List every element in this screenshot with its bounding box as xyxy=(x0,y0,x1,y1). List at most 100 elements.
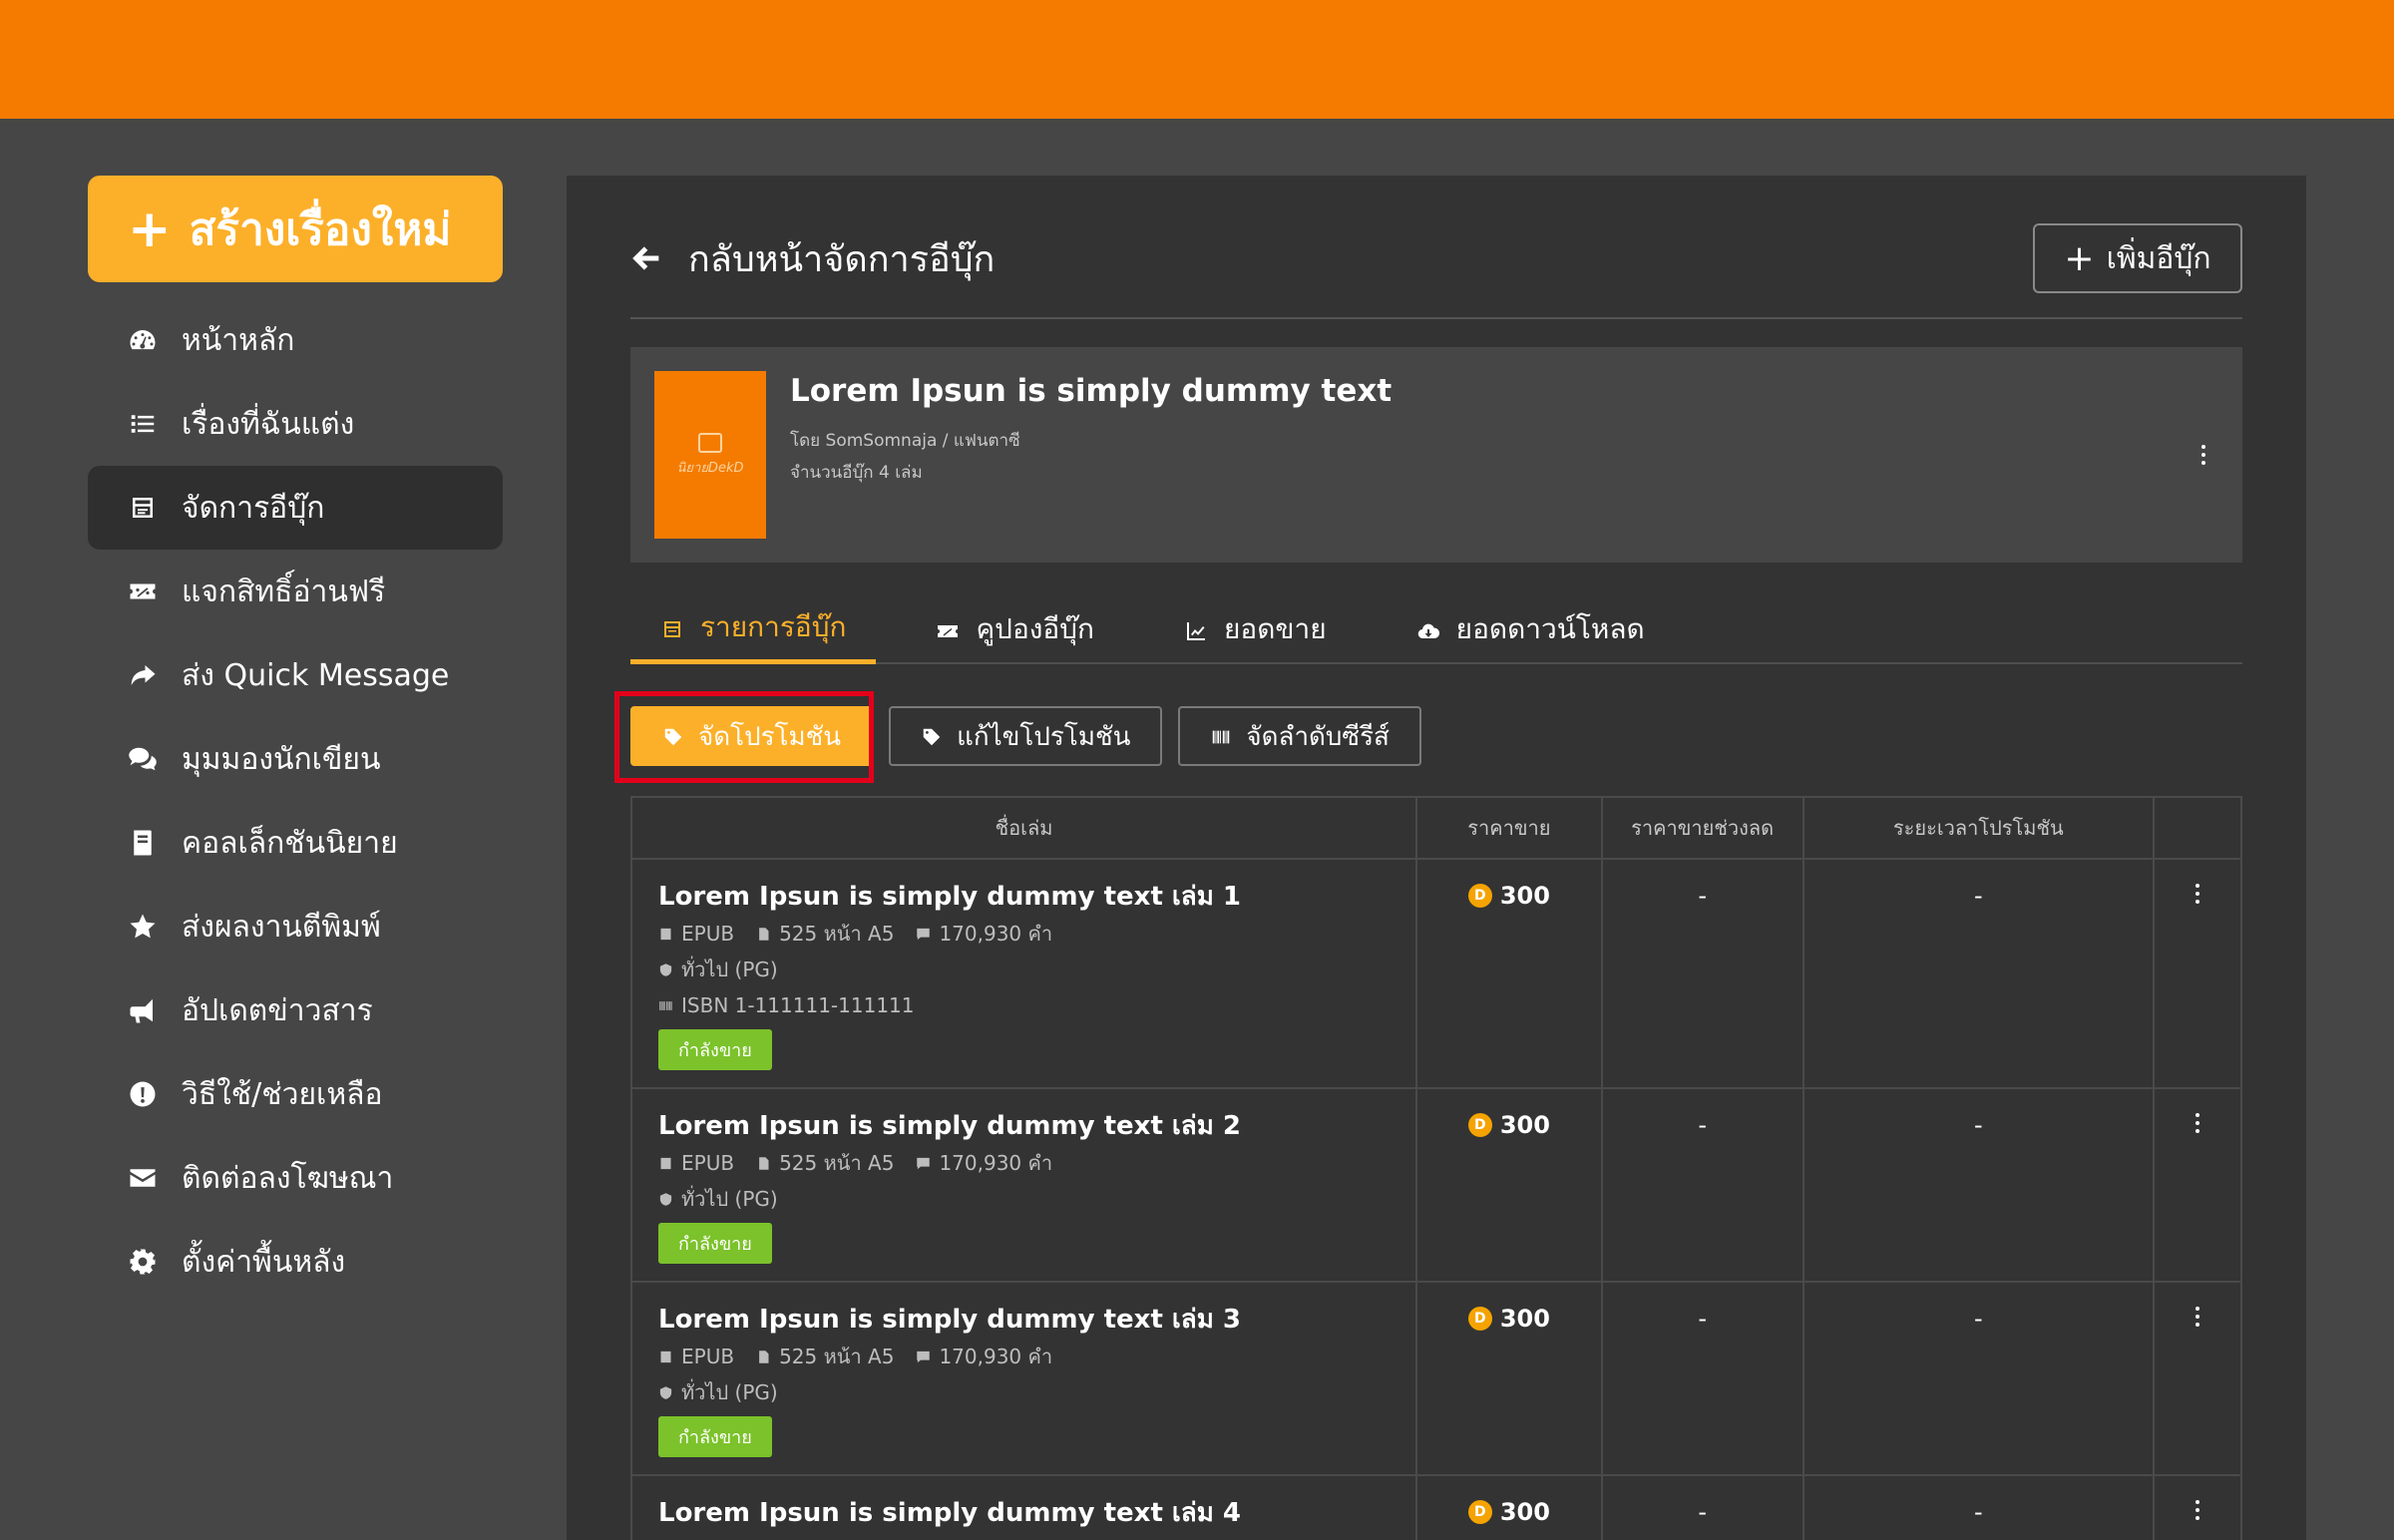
promo-period-value: - xyxy=(1973,1111,1983,1139)
dashboard-icon xyxy=(126,323,160,357)
tab-label: คูปองอีบุ๊ก xyxy=(976,612,1094,645)
table-row[interactable]: Lorem Ipsun is simply dummy text เล่ม 2 … xyxy=(632,1089,2240,1283)
ebook-title[interactable]: Lorem Ipsun is simply dummy text เล่ม 2 xyxy=(658,1105,1415,1145)
sidebar-item-help[interactable]: วิธีใช้/ช่วยเหลือ xyxy=(88,1052,503,1136)
rating-label: ทั่วไป (PG) xyxy=(681,958,778,981)
sidebar-item-collection[interactable]: คอลเล็กชันนิยาย xyxy=(88,801,503,885)
coin-icon: D xyxy=(1467,1500,1492,1524)
add-ebook-button[interactable]: + เพิ่มอีบุ๊ก xyxy=(2033,223,2242,293)
sidebar-item-free-read[interactable]: แจกสิทธิ์อ่านฟรี xyxy=(88,550,503,633)
sidebar-item-background[interactable]: ตั้งค่าพื้นหลัง xyxy=(88,1220,503,1304)
table-row[interactable]: Lorem Ipsun is simply dummy text เล่ม 1 … xyxy=(632,860,2240,1089)
back-link[interactable]: กลับหน้าจัดการอีบุ๊ก xyxy=(630,230,995,287)
gear-icon xyxy=(126,1245,160,1279)
sale-price-value: - xyxy=(1698,1305,1707,1333)
tab-bar: รายการอีบุ๊ก คูปองอีบุ๊ก ยอดขาย ยอดดาวน์… xyxy=(630,594,2242,664)
sidebar-item-quick-message[interactable]: ส่ง Quick Message xyxy=(88,633,503,717)
page-header: กลับหน้าจัดการอีบุ๊ก + เพิ่มอีบุ๊ก xyxy=(630,223,2242,293)
plus-icon: + xyxy=(128,198,172,259)
row-more-icon[interactable] xyxy=(2193,1307,2202,1327)
comment-icon xyxy=(917,1350,931,1362)
sidebar-item-label: แจกสิทธิ์อ่านฟรี xyxy=(182,574,386,609)
book-icon xyxy=(126,826,160,860)
column-header: ราคาขายช่วงลด xyxy=(1603,798,1804,858)
sale-price-cell: - xyxy=(1603,1283,1804,1474)
row-more-icon[interactable] xyxy=(2193,1113,2202,1133)
ebook-table: ชื่อเล่ม ราคาขาย ราคาขายช่วงลด ระยะเวลาโ… xyxy=(630,796,2242,1540)
ebook-pages: 525 หน้า A5 xyxy=(779,1345,895,1368)
ebook-specs: EPUB 525 หน้า A5 170,930 คำ xyxy=(658,1145,1415,1181)
promo-period-cell: - xyxy=(1804,1476,2156,1540)
promo-period-value: - xyxy=(1973,1305,1983,1333)
column-header: ราคาขาย xyxy=(1417,798,1603,858)
book-cover[interactable]: นิยายDekD xyxy=(654,371,766,539)
price-cell: D 300 xyxy=(1417,1089,1603,1281)
tab-ebook-coupon[interactable]: คูปองอีบุ๊ก xyxy=(906,594,1124,664)
page-title: กลับหน้าจัดการอีบุ๊ก xyxy=(688,238,996,280)
sidebar-item-manage-ebook[interactable]: จัดการอีบุ๊ก xyxy=(88,466,503,550)
ebook-rating: ทั่วไป (PG) xyxy=(658,1181,1415,1217)
ebook-title[interactable]: Lorem Ipsun is simply dummy text เล่ม 3 xyxy=(658,1299,1415,1339)
ebook-rating: ทั่วไป (PG) xyxy=(658,952,1415,987)
name-cell: Lorem Ipsun is simply dummy text เล่ม 1 … xyxy=(632,860,1418,1087)
ebook-icon xyxy=(660,1350,671,1362)
sidebar-item-writer-view[interactable]: มุมมองนักเขียน xyxy=(88,717,503,801)
ebook-title[interactable]: Lorem Ipsun is simply dummy text เล่ม 1 xyxy=(658,876,1415,916)
row-menu-cell xyxy=(2155,1476,2240,1540)
ebook-pages: 525 หน้า A5 xyxy=(779,1151,895,1175)
edit-promotion-button[interactable]: แก้ไขโปรโมชัน xyxy=(889,706,1163,766)
shield-icon xyxy=(659,1192,672,1206)
ebook-title[interactable]: Lorem Ipsun is simply dummy text เล่ม 4 xyxy=(658,1492,1415,1532)
tab-ebook-list[interactable]: รายการอีบุ๊ก xyxy=(630,594,877,664)
book-title: Lorem Ipsun is simply dummy text xyxy=(790,373,1393,409)
ebook-isbn: ISBN 1-111111-111111 xyxy=(658,987,1415,1023)
ebook-words: 170,930 คำ xyxy=(939,1151,1053,1175)
promo-period-cell: - xyxy=(1804,1089,2156,1281)
status-badge: กำลังขาย xyxy=(658,1223,772,1264)
book-count: จำนวนอีบุ๊ก 4 เล่ม xyxy=(790,463,923,483)
table-row[interactable]: Lorem Ipsun is simply dummy text เล่ม 3 … xyxy=(632,1283,2240,1476)
sort-series-button[interactable]: จัดลำดับซีรีส์ xyxy=(1178,706,1421,766)
price-cell: D 300 xyxy=(1417,1476,1603,1540)
row-more-icon[interactable] xyxy=(2193,1500,2202,1520)
name-cell: Lorem Ipsun is simply dummy text เล่ม 3 … xyxy=(632,1283,1418,1474)
table-row[interactable]: Lorem Ipsun is simply dummy text เล่ม 4 … xyxy=(632,1476,2240,1540)
sidebar-item-label: ส่ง Quick Message xyxy=(182,657,450,693)
tab-label: ยอดดาวน์โหลด xyxy=(1455,612,1645,645)
sidebar-item-my-stories[interactable]: เรื่องที่ฉันแต่ง xyxy=(88,382,503,466)
tab-label: รายการอีบุ๊ก xyxy=(700,609,847,643)
sidebar-item-news[interactable]: อัปเดตข่าวสาร xyxy=(88,968,503,1052)
name-cell: Lorem Ipsun is simply dummy text เล่ม 2 … xyxy=(632,1089,1418,1281)
cloud-download-icon xyxy=(1416,617,1440,641)
book-more-icon[interactable] xyxy=(2198,445,2208,465)
name-cell: Lorem Ipsun is simply dummy text เล่ม 4 xyxy=(632,1476,1418,1540)
sidebar-item-home[interactable]: หน้าหลัก xyxy=(88,298,503,382)
sidebar-item-submit-print[interactable]: ส่งผลงานตีพิมพ์ xyxy=(88,885,503,968)
status-badge: กำลังขาย xyxy=(658,1029,772,1070)
sidebar-item-label: ติดต่อลงโฆษณา xyxy=(182,1160,394,1196)
barcode-icon xyxy=(659,1000,672,1010)
sale-price-cell: - xyxy=(1603,1089,1804,1281)
button-label: แก้ไขโปรโมชัน xyxy=(957,721,1131,752)
book-logo-icon xyxy=(698,432,722,453)
ebook-icon xyxy=(660,928,671,940)
tab-sales[interactable]: ยอดขาย xyxy=(1154,594,1357,664)
book-meta: โดย SomSomnaja / แฟนตาซี จำนวนอีบุ๊ก 4 เ… xyxy=(790,425,1020,489)
price-value: 300 xyxy=(1499,1111,1550,1139)
add-ebook-label: เพิ่มอีบุ๊ก xyxy=(2106,240,2211,276)
tag-icon xyxy=(921,725,943,747)
ebook-words: 170,930 คำ xyxy=(939,922,1053,946)
sidebar-item-ads-contact[interactable]: ติดต่อลงโฆษณา xyxy=(88,1136,503,1220)
rating-label: ทั่วไป (PG) xyxy=(681,1380,778,1404)
ebook-specs: EPUB 525 หน้า A5 170,930 คำ xyxy=(658,916,1415,952)
share-icon xyxy=(126,658,160,692)
create-story-button[interactable]: + สร้างเรื่องใหม่ xyxy=(88,176,503,282)
header-divider xyxy=(630,317,2242,319)
promo-period-value: - xyxy=(1973,882,1983,910)
row-more-icon[interactable] xyxy=(2193,884,2202,904)
tab-downloads[interactable]: ยอดดาวน์โหลด xyxy=(1387,594,1675,664)
file-icon xyxy=(759,1349,769,1363)
promo-period-value: - xyxy=(1973,1498,1983,1526)
ebook-icon xyxy=(126,491,160,525)
sidebar-item-label: หน้าหลัก xyxy=(182,322,295,358)
